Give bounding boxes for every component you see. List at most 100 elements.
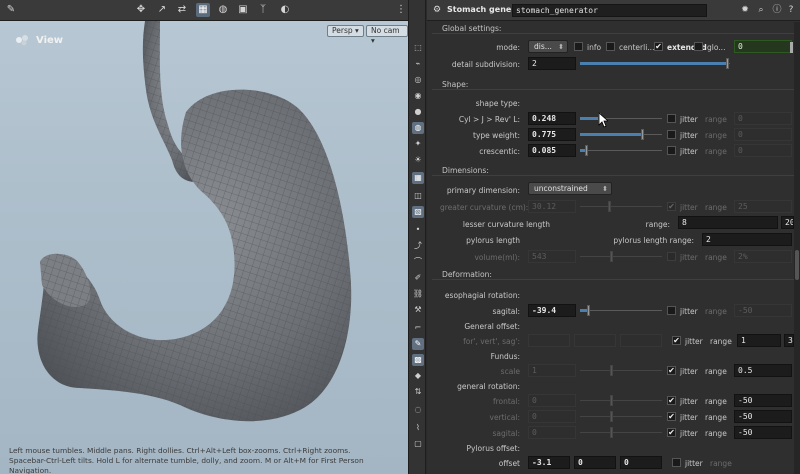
lesser-range-max-field[interactable]: 20 [781,216,794,229]
pylorus-offset-z-field[interactable]: 0 [620,456,662,469]
scale-jitter-checkbox[interactable] [667,366,676,375]
panel-scrollbar[interactable] [794,22,800,474]
sagital-rotation-jitter-checkbox[interactable] [667,428,676,437]
persp-menu[interactable]: Persp ▾ [327,25,364,37]
offset-range-min-field[interactable]: 1 [737,334,781,347]
offset-sagital-field[interactable] [620,334,662,347]
detail-subdivision-slider[interactable] [580,57,730,70]
offset-forward-field[interactable] [528,334,570,347]
offset-vertical-field[interactable] [574,334,616,347]
frontal-slider[interactable] [580,394,662,407]
scrollbar-thumb[interactable] [795,250,799,280]
search-icon[interactable]: ⌕ [755,4,767,16]
scene-viewport[interactable]: ✎ ✥ ↗ ⇄ ▦ ◍ ▣ ᛉ ◐ ⋮ View Persp ▾ No cam … [0,0,408,474]
cyl-range-field[interactable]: 0 [734,112,792,125]
display-options-icon[interactable]: ◐ [278,3,292,17]
dot-icon[interactable]: • [412,224,424,236]
flip-icon[interactable]: ⇅ [412,386,424,398]
greater-curvature-field[interactable]: 30.12 [528,200,576,213]
weight-jitter-checkbox[interactable] [667,130,676,139]
brush-icon[interactable]: ✐ [412,272,424,284]
primary-dimension-dropdown[interactable]: unconstrained [528,182,612,195]
lock-icon[interactable]: ✎ [4,3,18,17]
vertical-range-field[interactable]: -50 [734,410,792,423]
sagital-rotation-range-field[interactable]: -50 [734,426,792,439]
pin-icon[interactable]: ⋮ [394,3,408,17]
pylorus-offset-jitter-checkbox[interactable] [672,458,681,467]
mode-dropdown[interactable]: dis... [528,40,568,53]
volume-slider[interactable] [580,250,662,263]
blob-icon[interactable]: ◆ [412,370,424,382]
detail-subdivision-field[interactable]: 2 [528,57,576,70]
volume-range-field[interactable]: 2% [734,250,792,263]
camera-icon[interactable]: ▣ [236,3,250,17]
points-icon[interactable]: ◎ [412,74,424,86]
measure-icon[interactable]: ⌒ [412,256,424,268]
sagital-rotation-slider[interactable] [580,426,662,439]
type-weight-slider[interactable] [580,128,662,141]
global-checkbox[interactable] [694,42,703,51]
pylorus-offset-x-field[interactable]: -3.1 [528,456,570,469]
scale-field[interactable]: 1 [528,364,576,377]
grid-icon[interactable]: ▦ [412,172,424,184]
volume-jitter-checkbox[interactable] [667,252,676,261]
offset-jitter-checkbox[interactable] [672,336,681,345]
cyl-jitter-checkbox[interactable] [667,114,676,123]
greater-jitter-checkbox[interactable] [667,202,676,211]
cyl-field[interactable]: 0.248 [528,112,576,125]
snap-icon[interactable]: ⇄ [175,3,189,17]
pylorus-range-field[interactable]: 2 [702,233,792,246]
sagital-slider[interactable] [580,304,662,317]
xray-icon[interactable]: ▧ [412,206,424,218]
crescentic-field[interactable]: 0.085 [528,144,576,157]
scale-slider[interactable] [580,364,662,377]
node-name-field[interactable]: stomach_generator [512,4,707,17]
select-mode-icon[interactable]: ⬚ [412,42,424,54]
greater-curvature-slider[interactable] [580,200,662,213]
ghost-icon[interactable]: ◍ [216,3,230,17]
cyl-slider[interactable] [580,112,662,125]
weight-range-field[interactable]: 0 [734,128,792,141]
extended-checkbox[interactable] [654,42,663,51]
frontal-range-field[interactable]: -50 [734,394,792,407]
greater-range-field[interactable]: 25 [734,200,792,213]
globe-icon[interactable]: ◌ [412,404,424,416]
crescentic-jitter-checkbox[interactable] [667,146,676,155]
global-value-field[interactable]: 0 [734,40,793,53]
render-icon[interactable]: ▢ [412,438,424,450]
offset-range-max-field[interactable]: 3 [784,334,794,347]
stomach-mesh[interactable] [0,21,408,474]
centerline-checkbox[interactable] [606,42,615,51]
frontal-jitter-checkbox[interactable] [667,396,676,405]
lesser-range-min-field[interactable]: 8 [678,216,778,229]
sagital-rotation-field[interactable]: 0 [528,426,576,439]
volume-field[interactable]: 543 [528,250,576,263]
info-checkbox[interactable] [574,42,583,51]
pattern-icon[interactable]: ▩ [412,354,424,366]
gear-icon[interactable]: ✹ [739,4,751,16]
wireframe-shaded-icon[interactable]: ▦ [196,3,210,17]
corner-icon[interactable]: ⌐ [412,322,424,334]
template-icon[interactable]: ᛉ [256,3,270,17]
vertical-field[interactable]: 0 [528,410,576,423]
chain-icon[interactable]: ⛓ [412,288,424,300]
sphere-icon[interactable]: ● [412,106,424,118]
layers-icon[interactable]: ◫ [412,190,424,202]
vertical-slider[interactable] [580,410,662,423]
type-weight-field[interactable]: 0.775 [528,128,576,141]
hide-icon[interactable]: ⌁ [412,58,424,70]
crescentic-range-field[interactable]: 0 [734,144,792,157]
bulb-icon[interactable]: ✦ [412,138,424,150]
scale-range-field[interactable]: 0.5 [734,364,792,377]
normals-icon[interactable]: ◉ [412,90,424,102]
transform-icon[interactable]: ↗ [155,3,169,17]
wrench-icon[interactable]: ⚒ [412,304,424,316]
camera-link-icon[interactable]: ⤴ [412,240,424,252]
sagital-field[interactable]: -39.4 [528,304,576,317]
shaded-icon[interactable]: ◍ [412,122,424,134]
sagital-jitter-checkbox[interactable] [667,306,676,315]
edit-icon[interactable]: ✎ [412,338,424,350]
pylorus-offset-y-field[interactable]: 0 [574,456,616,469]
camera-menu[interactable]: No cam ▾ [366,25,408,45]
crescentic-slider[interactable] [580,144,662,157]
